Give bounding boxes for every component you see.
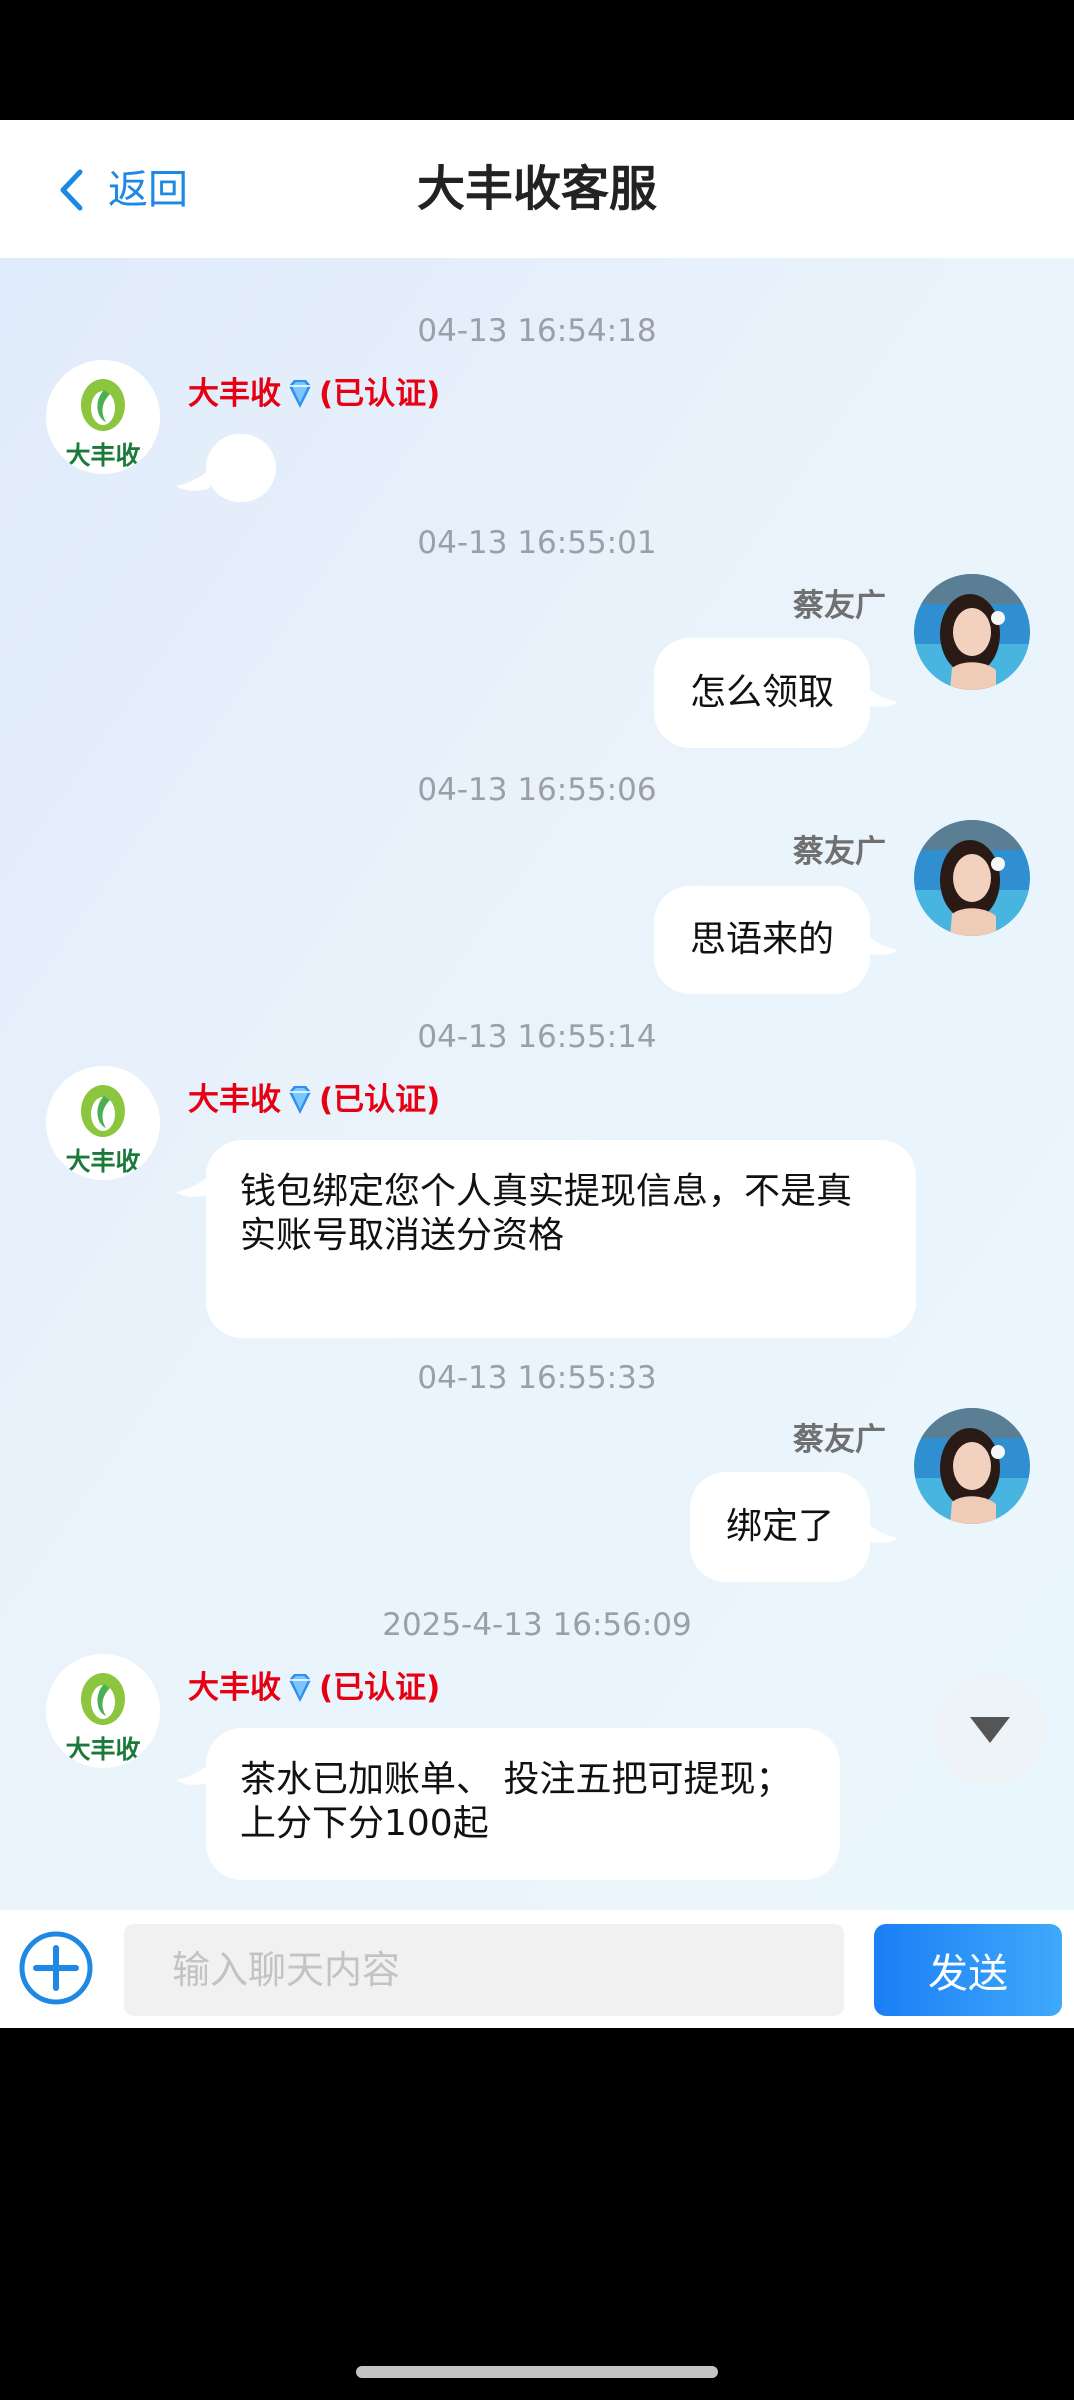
message-text: 钱包绑定您个人真实提现信息，不是真实账号取消送分资格 [240, 1171, 853, 1256]
chat-area[interactable]: 04-13 16:54:18 大丰收 大丰收 (已认证) 04-13 16:55… [0, 258, 1074, 1910]
message-text: 思语来的 [689, 919, 834, 960]
scroll-to-bottom-button[interactable] [934, 1674, 1046, 1786]
message-bubble[interactable]: 思语来的 [654, 886, 870, 994]
user-avatar-icon [914, 1408, 1030, 1524]
chat-screen: 返回 大丰收客服 04-13 16:54:18 大丰收 大丰收 (已认证) 04… [0, 0, 1074, 2400]
bot-name: 大丰收 (已认证) [188, 1666, 440, 1710]
send-button[interactable]: 发送 [874, 1924, 1062, 2016]
dafengshou-logo-icon: 大丰收 [46, 1066, 160, 1180]
message-text: 绑定了 [725, 1506, 834, 1547]
avatar[interactable] [914, 1408, 1030, 1524]
user-avatar-icon [914, 820, 1030, 936]
diamond-icon [289, 380, 311, 408]
user-name: 蔡友广 [793, 1422, 886, 1458]
bubble-tail [176, 470, 210, 491]
triangle-down-icon [970, 1717, 1010, 1743]
message-text: 怎么领取 [689, 672, 834, 713]
user-avatar-icon [914, 574, 1030, 690]
bot-name: 大丰收 (已认证) [188, 1078, 440, 1122]
user-name: 蔡友广 [793, 834, 886, 870]
message-bubble[interactable] [206, 434, 276, 502]
message-text: 茶水已加账单、 投注五把可提现；上分下分100起 [240, 1759, 792, 1844]
verified-badge: (已认证) [319, 1082, 441, 1118]
message-bubble[interactable]: 绑定了 [690, 1472, 870, 1582]
bot-name: 大丰收 (已认证) [188, 372, 440, 416]
timestamp: 04-13 16:55:33 [417, 1360, 657, 1396]
message-bubble[interactable]: 怎么领取 [654, 638, 870, 748]
timestamp: 04-13 16:55:14 [417, 1019, 657, 1055]
bubble-tail [176, 1176, 210, 1197]
verified-badge: (已认证) [319, 1670, 441, 1706]
input-bar: 发送 [0, 1910, 1074, 2028]
logo-text: 大丰收 [65, 441, 140, 470]
plus-circle-icon[interactable] [18, 1930, 94, 2006]
bubble-tail [176, 1764, 210, 1785]
message-input[interactable] [124, 1924, 844, 2016]
verified-badge: (已认证) [319, 376, 441, 412]
avatar[interactable]: 大丰收 [46, 1654, 160, 1768]
avatar[interactable]: 大丰收 [46, 1066, 160, 1180]
home-indicator[interactable] [356, 2366, 718, 2378]
header: 返回 大丰收客服 [0, 120, 1074, 258]
page-title: 大丰收客服 [416, 161, 657, 217]
user-name: 蔡友广 [793, 588, 886, 624]
timestamp: 04-13 16:55:06 [417, 772, 657, 808]
timestamp: 04-13 16:54:18 [417, 313, 657, 349]
bot-name-text: 大丰收 [188, 1082, 281, 1118]
timestamp: 2025-4-13 16:56:09 [382, 1607, 692, 1643]
avatar[interactable]: 大丰收 [46, 360, 160, 474]
bot-name-text: 大丰收 [188, 1670, 281, 1706]
logo-text: 大丰收 [65, 1735, 140, 1764]
diamond-icon [289, 1086, 311, 1114]
message-bubble[interactable]: 钱包绑定您个人真实提现信息，不是真实账号取消送分资格 [206, 1140, 916, 1338]
message-bubble[interactable]: 茶水已加账单、 投注五把可提现；上分下分100起 [206, 1728, 840, 1880]
avatar[interactable] [914, 574, 1030, 690]
dafengshou-logo-icon: 大丰收 [46, 360, 160, 474]
bot-name-text: 大丰收 [188, 376, 281, 412]
dafengshou-logo-icon: 大丰收 [46, 1654, 160, 1768]
logo-text: 大丰收 [65, 1147, 140, 1176]
avatar[interactable] [914, 820, 1030, 936]
diamond-icon [289, 1674, 311, 1702]
timestamp: 04-13 16:55:01 [417, 525, 657, 561]
